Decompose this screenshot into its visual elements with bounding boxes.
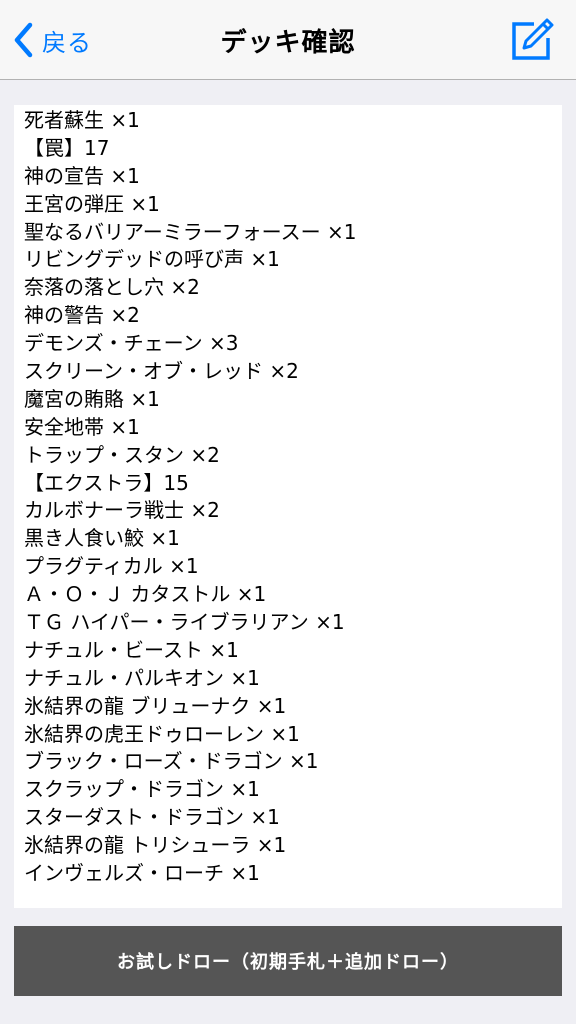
deck-line: インヴェルズ・ローチ ×1: [24, 861, 260, 886]
deck-line: 氷結界の龍 ブリューナク ×1: [24, 693, 287, 718]
deck-line: 氷結界の虎王ドゥローレン ×1: [24, 721, 300, 746]
deck-confirm-screen: 戻る デッキ確認 死者蘇生 ×1 【罠】17 神の宣告 ×1 王宮の弾圧 ×1 聖なるバ…: [0, 0, 576, 1024]
deck-line: 黒き人食い鮫 ×1: [24, 526, 180, 551]
deck-line: デモンズ・チェーン ×3: [24, 331, 239, 356]
deck-line: リビングデッドの呼び声 ×1: [24, 247, 280, 272]
deck-line: トラップ・スタン ×2: [24, 442, 220, 467]
deck-line: 奈落の落とし穴 ×2: [24, 275, 200, 300]
deck-line: 神の警告 ×2: [24, 303, 140, 328]
deck-line: 死者蘇生 ×1: [24, 108, 140, 132]
deck-line: 【エクストラ】15: [24, 470, 189, 495]
compose-icon[interactable]: [510, 18, 554, 62]
deck-line: ナチュル・パルキオン ×1: [24, 665, 260, 690]
deck-line: ＴＧ ハイパー・ライブラリアン ×1: [24, 610, 345, 635]
deck-line: ナチュル・ビースト ×1: [24, 637, 239, 662]
deck-line: スターダスト・ドラゴン ×1: [24, 805, 280, 830]
deck-line: カルボナーラ戦士 ×2: [24, 498, 220, 523]
navigation-bar: 戻る デッキ確認: [0, 0, 576, 80]
deck-line: 【罠】17: [24, 135, 110, 160]
deck-line: スクリーン・オブ・レッド ×2: [24, 359, 299, 384]
deck-line: 魔宮の賄賂 ×1: [24, 386, 160, 411]
deck-line: 氷結界の龍 トリシューラ ×1: [24, 833, 287, 858]
page-title: デッキ確認: [220, 28, 356, 58]
deck-line: 聖なるバリアーミラーフォースー ×1: [24, 219, 357, 244]
deck-line: 王宮の弾圧 ×1: [24, 191, 160, 216]
deck-line: プラグティカル ×1: [24, 554, 199, 579]
deck-list-textarea[interactable]: 死者蘇生 ×1 【罠】17 神の宣告 ×1 王宮の弾圧 ×1 聖なるバリアーミラーフォー…: [14, 105, 562, 908]
deck-line: Ａ・Ｏ・Ｊ カタストル ×1: [24, 582, 267, 607]
deck-line: ブラック・ローズ・ドラゴン ×1: [24, 749, 319, 774]
deck-line: 安全地帯 ×1: [24, 414, 140, 439]
deck-line: 神の宣告 ×1: [24, 163, 140, 188]
deck-line: スクラップ・ドラゴン ×1: [24, 777, 260, 802]
trial-draw-button[interactable]: お試しドロー（初期手札＋追加ドロー）: [14, 926, 562, 996]
